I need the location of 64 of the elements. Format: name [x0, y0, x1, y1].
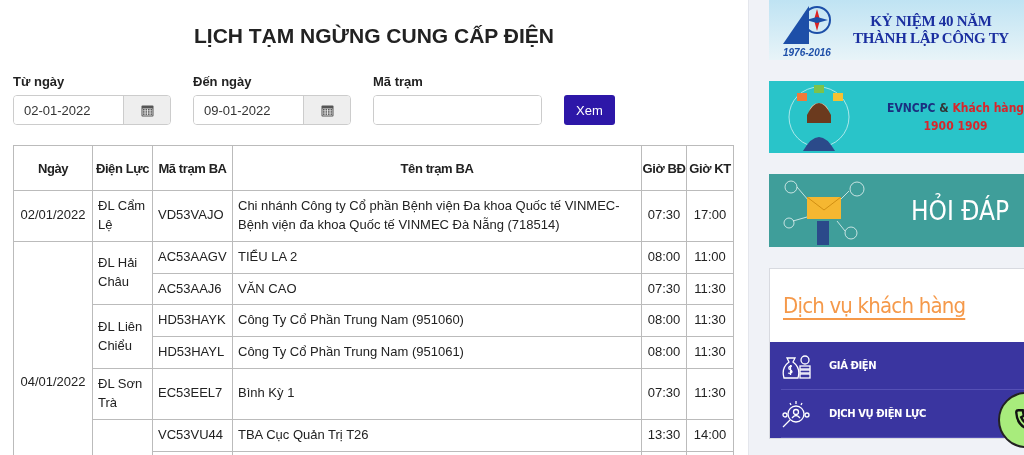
date-field[interactable]: 09-01-2022: [193, 95, 351, 125]
column-header: Giờ KT: [686, 145, 734, 191]
station-code-field[interactable]: [373, 95, 542, 125]
unit-cell: ĐL Cẩm Lệ: [92, 190, 153, 242]
start-time-cell: 08:00: [641, 304, 687, 337]
years-text: 1976-2016: [783, 46, 831, 58]
station-code-cell: EC53EEL7: [152, 368, 233, 420]
date-cell: 04/01/2022: [13, 241, 93, 455]
station-code-cell: HD53HAYK: [152, 304, 233, 337]
station-code-cell: VD53VAJO: [152, 190, 233, 242]
end-time-cell: 14:00: [686, 419, 734, 452]
ampersand-text: &: [939, 101, 949, 115]
station-code-cell: VC53VU44: [152, 419, 233, 452]
date-cell: 02/01/2022: [13, 190, 93, 242]
calendar-icon: [320, 103, 334, 117]
start-time-cell: 07:30: [641, 273, 687, 305]
audience-text: Khách hàng: [952, 101, 1024, 115]
end-time-cell: 11:30: [686, 368, 734, 420]
station-name-cell: Chi nhánh Công ty Cổ phần Bệnh viện Đa khoa Quốc tế VINMEC-Bệnh viện đa khoa Quốc tế VINMEC Đà Nẵng (718514): [232, 190, 642, 242]
station-name-cell: VĂN CAO: [232, 273, 642, 305]
service-link[interactable]: DỊCH VỤ ĐIỆN LỰC: [829, 408, 926, 419]
card-title: Dịch vụ khách hàng: [783, 293, 966, 318]
column-header: Tên trạm BA: [232, 145, 642, 191]
banner-text: THÀNH LẬP CÔNG TY: [853, 30, 1009, 48]
banner-text: KỶ NIỆM 40 NĂM: [869, 12, 993, 29]
hotline-banner[interactable]: EVNCPC & Khách hàng 1900 1909: [769, 81, 1024, 153]
calendar-icon: [140, 103, 154, 117]
view-button[interactable]: Xem: [564, 95, 615, 125]
field-label: Đến ngày: [193, 74, 253, 89]
anniversary-banner[interactable]: 1976-2016 KỶ NIỆM 40 NĂM THÀNH LẬP CÔNG TY: [769, 0, 1024, 60]
start-time-cell: 13:30: [641, 419, 687, 452]
start-time-cell: 08:00: [641, 336, 687, 369]
field-label: Mã trạm: [373, 74, 424, 89]
page-title: LỊCH TẠM NGỪNG CUNG CẤP ĐIỆN: [192, 24, 555, 48]
end-time-cell: 17:00: [686, 190, 734, 242]
station-name-cell: Bình Kỳ 1: [232, 368, 642, 420]
station-name-cell: TIỂU LA 2: [232, 241, 642, 274]
end-time-cell: 11:30: [686, 304, 734, 337]
start-time-cell: 08:00: [641, 241, 687, 274]
search-people-icon: [781, 398, 811, 429]
unit-cell: ĐL Liên Chiểu: [92, 304, 153, 369]
end-time-cell: 11:00: [686, 241, 734, 274]
column-header: Ngày: [13, 145, 93, 191]
date-field[interactable]: 02-01-2022: [13, 95, 171, 125]
faq-text: HỎI ĐÁP: [911, 195, 1010, 226]
end-time-cell: 11:30: [686, 336, 734, 369]
start-time-cell: 07:30: [641, 368, 687, 420]
service-link[interactable]: GIÁ ĐIỆN: [829, 360, 877, 371]
start-time-cell: 07:30: [641, 190, 687, 242]
end-time-cell: 11:30: [686, 273, 734, 305]
unit-cell: ĐL Hải Châu: [92, 241, 153, 305]
column-header: Giờ BĐ: [641, 145, 687, 191]
hotline-number: 1900 1909: [922, 118, 989, 135]
unit-cell: ĐL Sơn Trà: [92, 368, 153, 420]
station-code-cell: AC53AAGV: [152, 241, 233, 274]
station-name-cell: TBA Cục Quản Trị T26: [232, 419, 642, 452]
station-code-cell: AC53AAJ6: [152, 273, 233, 305]
station-name-cell: Công Ty Cổ Phần Trung Nam (951060): [232, 304, 642, 337]
station-code-cell: HD53HAYL: [152, 336, 233, 369]
column-header: Điện Lực: [92, 145, 153, 191]
field-label: Từ ngày: [13, 74, 66, 89]
station-name-cell: Công Ty Cổ Phần Trung Nam (951061): [232, 336, 642, 369]
column-header: Mã trạm BA: [152, 145, 233, 191]
brand-text: EVNCPC: [887, 101, 936, 115]
